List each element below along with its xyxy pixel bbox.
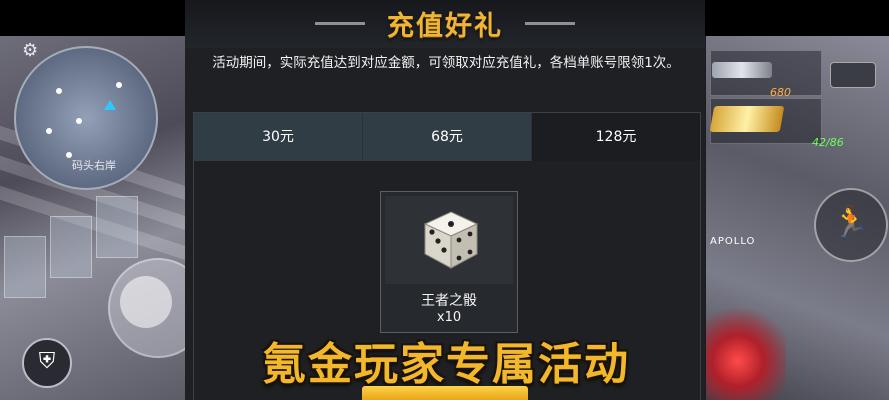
settings-gear-icon[interactable]: ⚙ bbox=[22, 40, 38, 61]
map-marker bbox=[76, 118, 82, 124]
reward-name: 王者之骰 bbox=[421, 293, 477, 309]
reward-image bbox=[385, 196, 513, 284]
scene-window bbox=[4, 236, 46, 298]
ammo-primary: 680 bbox=[770, 86, 791, 99]
map-marker bbox=[116, 82, 122, 88]
amount-tabs: 30元 68元 128元 bbox=[193, 112, 701, 162]
primary-weapon-icon bbox=[712, 62, 772, 78]
map-marker bbox=[46, 128, 52, 134]
recharge-button[interactable] bbox=[362, 386, 528, 400]
player-position-icon bbox=[104, 100, 116, 110]
weapon-glow bbox=[706, 306, 786, 400]
reward-item[interactable]: 王者之骰 x10 bbox=[380, 191, 518, 333]
ammo-secondary: 42/86 bbox=[812, 136, 844, 149]
activity-description: 活动期间，实际充值达到对应金额，可领取对应充值礼，各档单账号限领1次。 bbox=[212, 55, 680, 71]
scene-window bbox=[50, 216, 92, 278]
player-name: APOLLO bbox=[710, 236, 756, 247]
tab-30[interactable]: 30元 bbox=[194, 113, 363, 161]
reward-quantity: x10 bbox=[436, 310, 462, 325]
tab-68[interactable]: 68元 bbox=[363, 113, 532, 161]
grenade-icon bbox=[830, 62, 876, 88]
jump-button[interactable]: 🏃 bbox=[814, 188, 888, 262]
map-marker bbox=[56, 88, 62, 94]
dialog-header: 充值好礼 bbox=[185, 0, 705, 48]
overlay-caption: 氪金玩家专属活动 bbox=[262, 339, 630, 390]
dice-icon bbox=[423, 211, 479, 269]
shield-skill-icon[interactable]: ⛨ bbox=[22, 338, 72, 388]
dialog-title: 充值好礼 bbox=[387, 11, 503, 42]
joystick-knob[interactable] bbox=[120, 276, 172, 328]
tab-128[interactable]: 128元 bbox=[532, 113, 700, 161]
scene-window bbox=[96, 196, 138, 258]
secondary-weapon-icon bbox=[709, 106, 785, 132]
map-location-label: 码头右岸 bbox=[72, 159, 116, 172]
